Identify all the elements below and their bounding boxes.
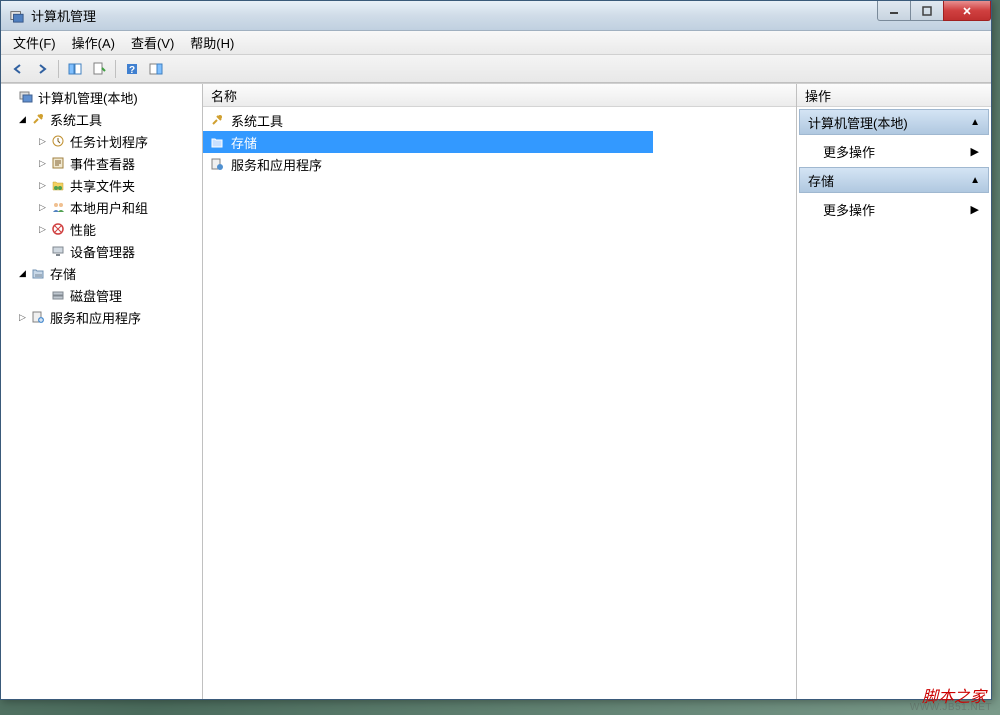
tree-task-scheduler[interactable]: ▷ 任务计划程序 [1,130,202,152]
show-action-pane-button[interactable] [145,58,167,80]
services-icon [209,156,225,172]
section-title: 计算机管理(本地) [808,113,908,132]
section-title: 存储 [808,171,834,190]
expand-icon[interactable]: ▷ [37,202,48,213]
tree-label: 计算机管理(本地) [38,88,138,107]
expand-icon[interactable]: ▷ [37,136,48,147]
content-area: 计算机管理(本地) ◢ 系统工具 ▷ 任务计划程序 ▷ 事件查看器 ▷ 共享文件… [1,83,991,699]
expand-icon[interactable]: ▷ [37,158,48,169]
list-item-services[interactable]: 服务和应用程序 [203,153,796,175]
toolbar: ? [1,55,991,83]
tree-label: 本地用户和组 [70,198,148,217]
device-icon [50,243,66,259]
toolbar-separator [115,60,116,78]
main-window: 计算机管理 文件(F) 操作(A) 查看(V) 帮助(H) ? 计算机管理(本地… [0,0,992,700]
action-section-storage[interactable]: 存储 ▲ [799,167,989,193]
tree-system-tools[interactable]: ◢ 系统工具 [1,108,202,130]
disk-icon [50,287,66,303]
tree-device-manager[interactable]: 设备管理器 [1,240,202,262]
menu-view[interactable]: 查看(V) [123,30,182,55]
clock-icon [50,133,66,149]
event-log-icon [50,155,66,171]
column-name: 名称 [211,86,237,105]
list-label: 存储 [231,133,257,152]
menu-action[interactable]: 操作(A) [64,30,123,55]
list-body[interactable]: 系统工具 存储 服务和应用程序 [203,107,796,699]
submenu-icon: ▶ [971,145,979,158]
back-button[interactable] [7,58,29,80]
tree-label: 存储 [50,264,76,283]
shared-folder-icon [50,177,66,193]
tree-label: 磁盘管理 [70,286,122,305]
forward-button[interactable] [31,58,53,80]
tree-label: 事件查看器 [70,154,135,173]
services-icon [30,309,46,325]
tools-icon [209,112,225,128]
menu-file[interactable]: 文件(F) [5,30,64,55]
list-item-system-tools[interactable]: 系统工具 [203,109,796,131]
tools-icon [30,111,46,127]
storage-folder-icon [209,134,225,150]
tree-root[interactable]: 计算机管理(本地) [1,86,202,108]
tree-services-apps[interactable]: ▷ 服务和应用程序 [1,306,202,328]
toolbar-separator [58,60,59,78]
action-label: 更多操作 [823,200,875,219]
tree-label: 设备管理器 [70,242,135,261]
tree-shared-folders[interactable]: ▷ 共享文件夹 [1,174,202,196]
help-button[interactable]: ? [121,58,143,80]
collapse-icon[interactable]: ◢ [17,114,28,125]
tree-label: 系统工具 [50,110,102,129]
titlebar[interactable]: 计算机管理 [1,1,991,31]
maximize-button[interactable] [910,1,944,21]
expand-icon [5,92,16,103]
properties-button[interactable] [88,58,110,80]
tree-storage[interactable]: ◢ 存储 [1,262,202,284]
expand-icon[interactable]: ▷ [37,180,48,191]
expand-icon [37,290,48,301]
expand-icon[interactable]: ▷ [17,312,28,323]
list-label: 服务和应用程序 [231,155,322,174]
window-controls [878,1,991,21]
performance-icon [50,221,66,237]
actions-header: 操作 [797,84,991,107]
submenu-icon: ▶ [971,203,979,216]
menu-help[interactable]: 帮助(H) [182,30,242,55]
storage-folder-icon [30,265,46,281]
tree-label: 服务和应用程序 [50,308,141,327]
expand-icon[interactable]: ▷ [37,224,48,235]
list-panel: 名称 系统工具 存储 服务和应用程序 [203,84,797,699]
collapse-icon: ▲ [970,117,980,128]
tree-event-viewer[interactable]: ▷ 事件查看器 [1,152,202,174]
action-label: 更多操作 [823,142,875,161]
list-label: 系统工具 [231,111,283,130]
show-hide-tree-button[interactable] [64,58,86,80]
window-title: 计算机管理 [31,6,96,25]
collapse-icon: ▲ [970,175,980,186]
users-icon [50,199,66,215]
app-icon [9,8,25,24]
action-more-0[interactable]: 更多操作 ▶ [799,137,989,165]
watermark-sub: WWW.JB51.NET [910,702,992,713]
svg-text:?: ? [129,65,135,76]
tree-performance[interactable]: ▷ 性能 [1,218,202,240]
tree-local-users[interactable]: ▷ 本地用户和组 [1,196,202,218]
action-section-computer[interactable]: 计算机管理(本地) ▲ [799,109,989,135]
menubar: 文件(F) 操作(A) 查看(V) 帮助(H) [1,31,991,55]
action-more-1[interactable]: 更多操作 ▶ [799,195,989,223]
list-column-header[interactable]: 名称 [203,84,796,107]
tree-label: 性能 [70,220,96,239]
tree-disk-management[interactable]: 磁盘管理 [1,284,202,306]
computer-icon [18,89,34,105]
minimize-button[interactable] [877,1,911,21]
list-item-storage[interactable]: 存储 [203,131,653,153]
expand-icon [37,246,48,257]
actions-title: 操作 [805,86,831,105]
close-button[interactable] [943,1,991,21]
tree-label: 任务计划程序 [70,132,148,151]
tree-panel[interactable]: 计算机管理(本地) ◢ 系统工具 ▷ 任务计划程序 ▷ 事件查看器 ▷ 共享文件… [1,84,203,699]
tree-label: 共享文件夹 [70,176,135,195]
collapse-icon[interactable]: ◢ [17,268,28,279]
actions-panel: 操作 计算机管理(本地) ▲ 更多操作 ▶ 存储 ▲ 更多操作 ▶ [797,84,991,699]
